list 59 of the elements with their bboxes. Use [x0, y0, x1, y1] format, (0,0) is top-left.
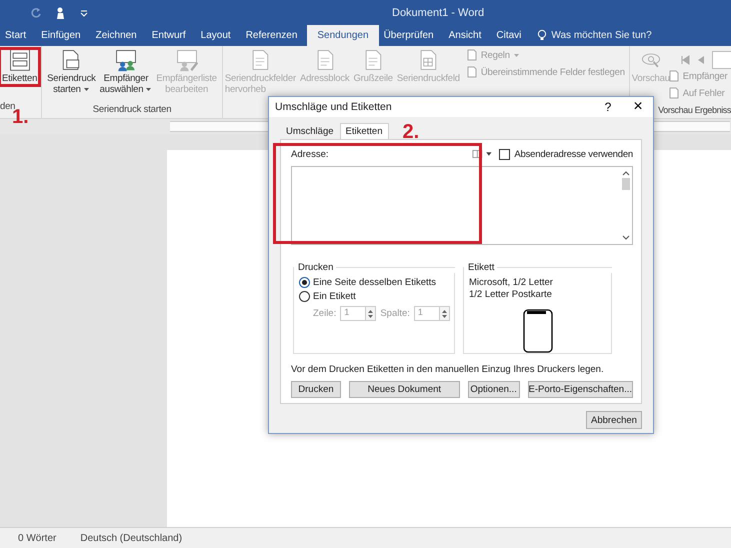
status-text: 0 Wörter [18, 532, 56, 544]
ribbon-tab[interactable]: Sendungen [307, 25, 379, 46]
instruction-text: Vor dem Drucken Etiketten in den manuellen Einzug Ihres Druckers legen. [291, 364, 605, 375]
label-description: Microsoft, 1/2 Letter [469, 277, 554, 289]
step-number: 2. [402, 121, 420, 143]
caret-icon [145, 86, 152, 92]
step-number: 1. [12, 106, 29, 128]
window-title: Dokument1 - Word [392, 7, 484, 19]
scroll-down-icon[interactable] [622, 235, 630, 241]
ribbon-button[interactable]: Etiketten [0, 47, 42, 87]
group-label: Vorschau Ergebniss [658, 105, 731, 117]
document-icon [668, 70, 680, 82]
group-title: Etikett [467, 262, 496, 272]
address-book-icon[interactable] [472, 149, 494, 159]
scroll-up-icon[interactable] [622, 170, 630, 176]
customize-icon[interactable] [80, 8, 88, 16]
address-label: Adresse: [291, 148, 328, 160]
edit-list-icon [174, 48, 199, 72]
label-description: 1/2 Letter Postkarte [469, 289, 553, 301]
cancel-button[interactable]: Abbrechen [586, 411, 642, 429]
close-button[interactable]: × [623, 98, 653, 116]
people-icon [114, 48, 138, 72]
ribbon-tab[interactable]: Ansicht [444, 25, 492, 46]
group-label: Seriendruck starten [92, 104, 172, 117]
ribbon-tab[interactable]: Citavi [491, 25, 532, 46]
dialog-button[interactable]: Optionen... [468, 381, 520, 398]
status-text: Deutsch (Deutschland) [80, 532, 182, 544]
dialog-title: Umschläge und Etiketten [275, 101, 392, 113]
dialog-button[interactable]: Neues Dokument [348, 381, 460, 398]
document-icon [466, 66, 478, 78]
column-label: Spalte: [380, 308, 410, 319]
group-title: Drucken [297, 262, 334, 272]
ribbon-tab[interactable]: Start [0, 25, 36, 46]
ribbon-button[interactable]: Empfänger auswählen [98, 47, 154, 95]
lightbulb-icon [537, 29, 548, 42]
redo-icon[interactable] [30, 6, 42, 18]
ribbon-tab[interactable]: Zeichnen [90, 25, 147, 46]
help-button[interactable]: ? [593, 100, 623, 114]
sender-address-checkbox[interactable]: Absenderadresse verwenden [499, 148, 633, 160]
dialog-button[interactable]: Drucken [291, 381, 341, 398]
dialog-tab[interactable]: Etiketten [340, 123, 388, 139]
dialog-button[interactable]: E-Porto-Eigenschaften... [528, 381, 633, 398]
label-preview-icon [523, 309, 553, 353]
scroll-thumb[interactable] [622, 178, 630, 190]
document-icon [668, 87, 680, 99]
ribbon-tab[interactable]: Entwurf [146, 25, 196, 46]
ribbon-tab[interactable]: Layout [196, 25, 241, 46]
document-icon [466, 49, 478, 61]
row-label: Zeile: [313, 308, 336, 319]
address-field[interactable] [291, 166, 633, 245]
ribbon-tab[interactable]: Überprüfen [378, 25, 444, 46]
ribbon-button[interactable]: Seriendruck starten [45, 47, 98, 95]
caret-icon [82, 86, 90, 92]
dialog-tab[interactable]: Umschläge [280, 124, 340, 139]
labels-icon [8, 48, 32, 72]
ribbon-tab[interactable]: Einfügen [36, 25, 91, 46]
ribbon-tab[interactable]: Referenzen [240, 25, 308, 46]
tell-me-field[interactable]: Was möchten Sie tun? [537, 25, 652, 46]
caret-icon [512, 52, 520, 58]
